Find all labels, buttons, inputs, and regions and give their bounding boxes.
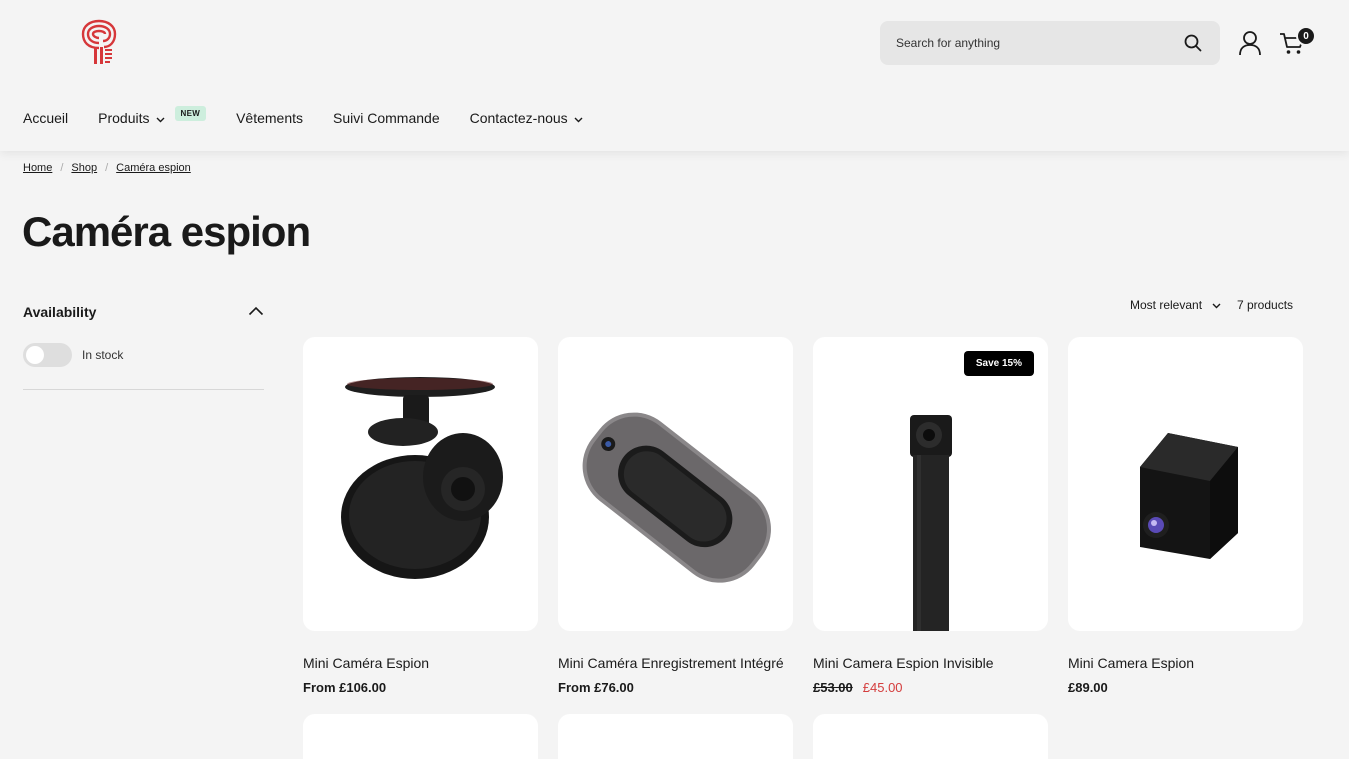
price: £89.00 [1068,680,1108,695]
compare-at-price: £53.00 [813,680,853,695]
nav-item-accueil[interactable]: Accueil [23,110,68,126]
search-bar [880,21,1220,65]
filter-title: Availability [23,304,97,320]
search-input[interactable] [896,36,1182,50]
chevron-up-icon [248,303,264,321]
sale-price: £45.00 [862,680,903,695]
toggle-knob [26,346,44,364]
product-card[interactable]: Mini Caméra Enregistrement Intégré From … [558,337,793,695]
product-title[interactable]: Mini Caméra Espion [303,655,538,671]
breadcrumb-separator: / [60,162,64,174]
main-nav: Accueil Produits NEW Vêtements Suivi Com… [23,103,613,133]
breadcrumb: Home / Shop / Caméra espion [23,162,191,174]
in-stock-label: In stock [82,348,124,362]
product-price: £89.00 [1068,680,1303,695]
product-card[interactable] [558,714,793,759]
breadcrumb-shop[interactable]: Shop [71,162,97,174]
product-card[interactable]: Mini Caméra Espion From £106.00 [303,337,538,695]
nav-item-suivi-commande[interactable]: Suivi Commande [333,110,440,126]
product-card[interactable]: Save 15% Mini Camera Espion Invisible £5… [813,337,1048,695]
account-icon[interactable] [1238,30,1262,56]
product-image[interactable]: Save 15% [813,337,1048,631]
sale-badge: Save 15% [963,351,1034,376]
page-title: Caméra espion [22,208,311,255]
nav-item-label: Produits [98,110,150,126]
product-card[interactable]: Mini Camera Espion £89.00 [1068,337,1303,695]
chevron-down-icon [156,110,165,126]
chevron-down-icon [1212,298,1221,312]
product-image[interactable] [303,337,538,631]
price: From £106.00 [303,680,387,695]
new-badge: NEW [174,105,207,121]
product-image[interactable] [1068,337,1303,631]
nav-item-label: Vêtements [236,110,304,126]
price: From £76.00 [558,680,634,695]
in-stock-toggle[interactable] [23,343,72,367]
breadcrumb-home[interactable]: Home [23,162,52,174]
product-card[interactable] [813,714,1048,759]
breadcrumb-current[interactable]: Caméra espion [116,162,191,174]
sort-dropdown[interactable]: Most relevant [1130,298,1221,312]
product-image[interactable] [558,337,793,631]
product-price: From £106.00 [303,680,538,695]
nav-item-label: Contactez-nous [469,110,568,126]
nav-item-label: Suivi Commande [333,110,440,126]
product-count: 7 products [1237,298,1294,312]
nav-item-label: Accueil [23,110,69,126]
product-card[interactable] [303,714,538,759]
divider [23,389,264,390]
nav-item-vetements[interactable]: Vêtements [236,110,303,126]
site-header: 0 Accueil Produits NEW Vêtements Suivi C… [0,0,1349,151]
brand-logo[interactable] [80,18,118,66]
product-title[interactable]: Mini Caméra Enregistrement Intégré [558,655,793,671]
nav-item-produits[interactable]: Produits NEW [98,105,207,126]
product-title[interactable]: Mini Camera Espion Invisible [813,655,1048,671]
availability-filter-toggle[interactable]: Availability [23,302,264,322]
cart-count-badge: 0 [1296,26,1316,46]
search-icon[interactable] [1182,32,1204,54]
breadcrumb-separator: / [105,162,109,174]
chevron-down-icon [574,110,583,126]
product-title[interactable]: Mini Camera Espion [1068,655,1303,671]
nav-item-contactez-nous[interactable]: Contactez-nous [470,110,583,126]
sort-label: Most relevant [1130,298,1203,312]
product-price: £53.00 £45.00 [813,680,1048,695]
product-price: From £76.00 [558,680,793,695]
